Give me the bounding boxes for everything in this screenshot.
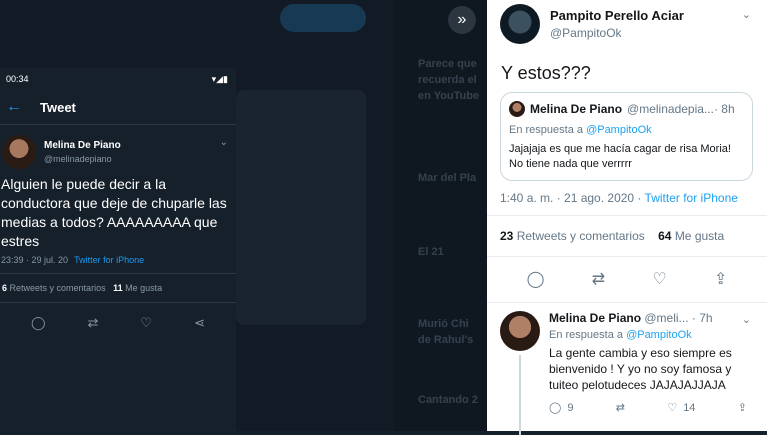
tweet-header: ← Tweet [0, 90, 236, 125]
quoted-tweet[interactable]: Melina De Piano @melinadepia... · 8h En … [500, 92, 753, 181]
bg-text: recuerda el [418, 74, 477, 86]
avatar[interactable] [500, 311, 540, 351]
reply-icon[interactable]: ◯ [549, 402, 561, 414]
like-count: 14 [683, 402, 696, 414]
likes-label[interactable]: Me gusta [675, 229, 724, 243]
quote-time: · 8h [713, 102, 735, 116]
reply-to-link[interactable]: @PampitoOk [586, 124, 652, 136]
chevron-down-icon[interactable]: ⌄ [742, 8, 751, 21]
bg-text: Cantando 2 [418, 394, 478, 406]
reply-info: En respuesta a @PampitoOk [549, 329, 757, 341]
reply-text: La gente cambia y eso siempre es bienven… [549, 346, 732, 392]
tweet-time: 23:39 · 29 jul. 20 [1, 255, 69, 265]
tweet-stats: 6 Retweets y comentarios 11 Me gusta [0, 274, 236, 303]
reply-actions: ◯ 9 ⇄ ♡ 14 ⇪ [549, 393, 757, 414]
status-icons: ▾◢▮ [211, 73, 228, 84]
reply-prefix: En respuesta a [509, 124, 583, 136]
reply-action[interactable]: ◯ 9 [549, 401, 573, 414]
like-action[interactable]: ♡ 14 [667, 401, 695, 414]
retweets-count: 6 [2, 283, 8, 293]
quote-author-name: Melina De Piano [530, 102, 623, 116]
share-icon[interactable]: ⇪ [738, 401, 747, 414]
status-time: 00:34 [6, 74, 29, 84]
likes-label[interactable]: Me gusta [125, 283, 162, 293]
blurred-button [280, 4, 366, 32]
chevron-down-icon[interactable]: ⌄ [220, 137, 228, 148]
back-arrow-icon[interactable]: ← [6, 98, 40, 116]
tweet-author[interactable]: Pampito Perello Aciar @PampitoOk ⌄ [487, 0, 767, 44]
author-handle[interactable]: @melinadepiano [44, 154, 121, 164]
quote-reply-info: En respuesta a @PampitoOk [509, 124, 743, 136]
likes-count: 64 [658, 229, 672, 243]
bg-text: Parece que [418, 58, 477, 70]
retweet-icon[interactable]: ⇄ [88, 315, 99, 331]
heart-icon[interactable]: ♡ [652, 269, 666, 289]
bg-text: de Rahul's [418, 334, 474, 346]
avatar[interactable] [2, 135, 36, 169]
bg-text: Mar del Pla [418, 172, 477, 184]
retweets-label[interactable]: Retweets y comentarios [517, 229, 645, 243]
blurred-card [236, 90, 366, 325]
reply-count: 9 [567, 402, 574, 414]
header-title: Tweet [40, 99, 76, 115]
reply-time: · 7h [691, 311, 713, 325]
reply-tweet[interactable]: Melina De Piano @meli... · 7h ⌄ En respu… [487, 303, 767, 435]
tweet-meta: 1:40 a. m. · 21 ago. 2020 · Twitter for … [487, 181, 767, 216]
tweet-meta: 23:39 · 29 jul. 20 Twitter for iPhone [0, 251, 236, 274]
chevron-down-icon[interactable]: ⌄ [742, 313, 751, 326]
heart-icon[interactable]: ♡ [667, 402, 677, 414]
reply-icon[interactable]: ◯ [527, 269, 545, 289]
bg-text: Murió Chi [418, 318, 469, 330]
tweet-source[interactable]: Twitter for iPhone [74, 255, 144, 265]
bg-text: en YouTube [418, 90, 480, 102]
retweets-label[interactable]: Retweets y comentarios [10, 283, 106, 293]
heart-icon[interactable]: ♡ [140, 315, 152, 331]
author-handle[interactable]: @PampitoOk [550, 26, 684, 40]
status-bar: 00:34 ▾◢▮ [0, 68, 236, 90]
phone-screenshot: 00:34 ▾◢▮ ← Tweet Melina De Piano @melin… [0, 68, 236, 431]
tweet-author[interactable]: Melina De Piano @melinadepiano ⌄ [0, 125, 236, 169]
author-name[interactable]: Pampito Perello Aciar [550, 8, 684, 23]
avatar[interactable] [500, 4, 540, 44]
quote-text: Jajajaja es que me hacía cagar de risa M… [509, 143, 731, 170]
share-icon[interactable]: ⋖ [194, 315, 205, 331]
tweet-source[interactable]: Twitter for iPhone [645, 191, 738, 205]
retweets-count: 23 [500, 229, 514, 243]
retweet-icon[interactable]: ⇄ [592, 269, 605, 289]
tweet-actions: ◯ ⇄ ♡ ⇪ [487, 257, 767, 303]
reply-prefix: En respuesta a [549, 329, 623, 341]
retweet-icon[interactable]: ⇄ [616, 401, 625, 414]
reply-icon[interactable]: ◯ [31, 315, 46, 331]
tweet-time[interactable]: 1:40 a. m. · 21 ago. 2020 · [500, 191, 641, 205]
tweet-stats: 23 Retweets y comentarios 64 Me gusta [487, 216, 767, 257]
tweet-actions: ◯ ⇄ ♡ ⋖ [0, 303, 236, 343]
reply-author-name[interactable]: Melina De Piano [549, 311, 641, 325]
share-icon[interactable]: ⇪ [714, 269, 727, 289]
bg-text: El 21 [418, 246, 444, 258]
chevrons-right-icon[interactable]: » [448, 6, 476, 34]
tweet-text: Alguien le puede decir a la conductora q… [1, 176, 227, 249]
reply-author-handle[interactable]: @meli... [644, 311, 688, 325]
tweet-panel: Pampito Perello Aciar @PampitoOk ⌄ Y est… [487, 0, 767, 435]
quote-author-handle: @melinadepia... [627, 102, 714, 116]
thread-line [519, 355, 521, 435]
reply-to-link[interactable]: @PampitoOk [626, 329, 692, 341]
avatar [509, 101, 525, 117]
author-name[interactable]: Melina De Piano [44, 140, 121, 151]
tweet-text: Y estos??? [501, 63, 591, 83]
likes-count: 11 [113, 283, 123, 293]
